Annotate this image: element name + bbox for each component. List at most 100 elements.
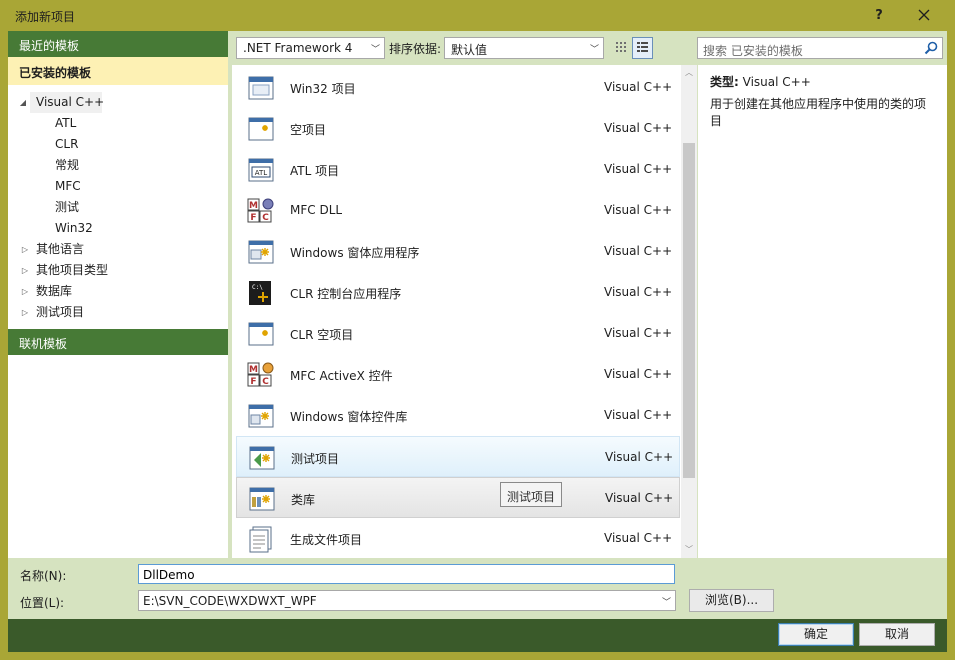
empty-project-icon: [248, 117, 274, 141]
template-type: 类型: Visual C++: [710, 73, 811, 90]
template-language: Visual C++: [604, 203, 673, 217]
atl-icon: ATL: [248, 158, 274, 182]
cancel-button[interactable]: 取消: [859, 623, 935, 646]
collapsed-arrow-icon[interactable]: ▷: [20, 302, 30, 323]
search-input[interactable]: 搜索 已安装的模板: [697, 37, 943, 59]
sort-label: 排序依据:: [389, 42, 442, 56]
small-icons-icon: [616, 42, 626, 52]
tree-item-win32[interactable]: Win32: [55, 218, 93, 239]
name-field[interactable]: [138, 564, 675, 584]
template-language: Visual C++: [605, 450, 674, 464]
list-item[interactable]: Windows 窗体控件库 Visual C++: [236, 395, 680, 436]
list-item[interactable]: 空项目 Visual C++: [236, 108, 680, 149]
test-project-icon: [249, 446, 275, 470]
type-value: Visual C++: [742, 75, 811, 89]
template-name: CLR 空项目: [290, 328, 354, 342]
template-language: Visual C++: [604, 367, 673, 381]
list-item[interactable]: Windows 窗体应用程序 Visual C++: [236, 231, 680, 272]
list-item[interactable]: C:\ CLR 控制台应用程序 Visual C++: [236, 272, 680, 313]
clr-console-icon: C:\: [249, 281, 271, 305]
list-item[interactable]: CLR 空项目 Visual C++: [236, 313, 680, 354]
tooltip: 测试项目: [500, 482, 562, 507]
close-icon: [918, 9, 930, 21]
collapsed-arrow-icon[interactable]: ▷: [20, 239, 30, 260]
list-item[interactable]: M F C MFC DLL Visual C++: [236, 190, 680, 231]
windows-forms-icon: [248, 240, 274, 264]
location-field[interactable]: E:\SVN_CODE\WXDWXT_WPF ﹀: [138, 590, 676, 611]
chevron-down-icon: ﹀: [370, 45, 380, 55]
list-item[interactable]: 类库 Visual C++: [236, 477, 680, 518]
template-language: Visual C++: [604, 408, 673, 422]
chevron-down-icon: ﹀: [589, 45, 599, 55]
tree-item-other-languages[interactable]: 其他语言: [36, 239, 84, 260]
tree-item-general[interactable]: 常规: [55, 155, 79, 176]
location-label: 位置(L):: [20, 596, 65, 610]
svg-text:F: F: [250, 213, 256, 223]
list-item[interactable]: ATL ATL 项目 Visual C++: [236, 149, 680, 190]
template-category-panel: 最近的模板 已安装的模板 ◢ Visual C++ ATL CLR 常规 MFC…: [8, 31, 228, 558]
scroll-thumb[interactable]: [683, 143, 695, 478]
mfc-dll-icon: M F C: [247, 198, 274, 223]
template-list: Win32 项目 Visual C++ 空项目 Visual C++ ATL A…: [232, 65, 697, 558]
template-name: MFC ActiveX 控件: [290, 369, 393, 383]
class-library-icon: [249, 487, 275, 511]
template-language: Visual C++: [605, 491, 674, 505]
ok-button[interactable]: 确定: [778, 623, 854, 646]
close-button[interactable]: [912, 5, 936, 27]
svg-text:C: C: [262, 213, 269, 223]
name-label: 名称(N):: [20, 569, 67, 583]
chevron-down-icon[interactable]: ﹀: [662, 595, 671, 608]
browse-button[interactable]: 浏览(B)...: [689, 589, 774, 612]
framework-select[interactable]: .NET Framework 4 ﹀: [236, 37, 385, 59]
template-language: Visual C++: [604, 531, 673, 545]
template-name: 空项目: [290, 123, 327, 137]
installed-templates-header[interactable]: 已安装的模板: [8, 57, 228, 85]
list-item[interactable]: M F C MFC ActiveX 控件 Visual C++: [236, 354, 680, 395]
template-name: ATL 项目: [290, 164, 340, 178]
template-name: Windows 窗体应用程序: [290, 246, 420, 260]
template-name: 类库: [291, 493, 316, 507]
template-language: Visual C++: [604, 162, 673, 176]
dialog-body: 最近的模板 已安装的模板 ◢ Visual C++ ATL CLR 常规 MFC…: [8, 31, 947, 652]
recent-templates-header[interactable]: 最近的模板: [8, 31, 228, 57]
svg-text:C: C: [262, 377, 269, 387]
collapsed-arrow-icon[interactable]: ▷: [20, 281, 30, 302]
list-item[interactable]: 测试项目 Visual C++: [236, 436, 680, 477]
scroll-up-icon[interactable]: ︿: [681, 65, 697, 81]
win32-icon: [248, 76, 274, 100]
tree-item-visual-cpp[interactable]: Visual C++: [36, 92, 104, 113]
windows-forms-control-icon: [248, 404, 274, 428]
help-button[interactable]: ?: [868, 5, 890, 27]
tree-item-test-projects[interactable]: 测试项目: [36, 302, 84, 323]
svg-text:M: M: [249, 201, 258, 211]
scroll-down-icon[interactable]: ﹀: [681, 542, 697, 558]
list-scrollbar[interactable]: ︿ ﹀: [681, 65, 697, 558]
mfc-activex-icon: M F C: [247, 362, 274, 387]
tree-item-clr[interactable]: CLR: [55, 134, 78, 155]
online-templates-header[interactable]: 联机模板: [8, 329, 228, 355]
tree-item-test[interactable]: 测试: [55, 197, 79, 218]
search-icon[interactable]: [923, 40, 939, 56]
sort-select[interactable]: 默认值 ﹀: [444, 37, 604, 59]
tree-item-database[interactable]: 数据库: [36, 281, 72, 302]
expanded-arrow-icon[interactable]: ◢: [18, 92, 28, 113]
location-value: E:\SVN_CODE\WXDWXT_WPF: [143, 594, 317, 608]
small-icons-view-button[interactable]: [611, 37, 632, 59]
template-details-panel: 类型: Visual C++ 用于创建在其他应用程序中使用的类的项目: [698, 65, 947, 558]
tree-item-atl[interactable]: ATL: [55, 113, 76, 134]
list-item[interactable]: 生成文件项目 Visual C++: [236, 518, 680, 558]
makefile-project-icon: [249, 526, 272, 553]
window-title: 添加新项目: [15, 10, 76, 24]
tree-item-mfc[interactable]: MFC: [55, 176, 81, 197]
template-language: Visual C++: [604, 326, 673, 340]
medium-icons-view-button[interactable]: [632, 37, 653, 59]
type-label: 类型:: [710, 75, 739, 89]
template-name: MFC DLL: [290, 203, 343, 217]
template-language: Visual C++: [604, 121, 673, 135]
collapsed-arrow-icon[interactable]: ▷: [20, 260, 30, 281]
template-name: 生成文件项目: [290, 533, 363, 547]
list-item[interactable]: Win32 项目 Visual C++: [236, 67, 680, 108]
template-language: Visual C++: [604, 285, 673, 299]
tree-item-other-project-types[interactable]: 其他项目类型: [36, 260, 108, 281]
template-description: 用于创建在其他应用程序中使用的类的项目: [710, 97, 927, 128]
